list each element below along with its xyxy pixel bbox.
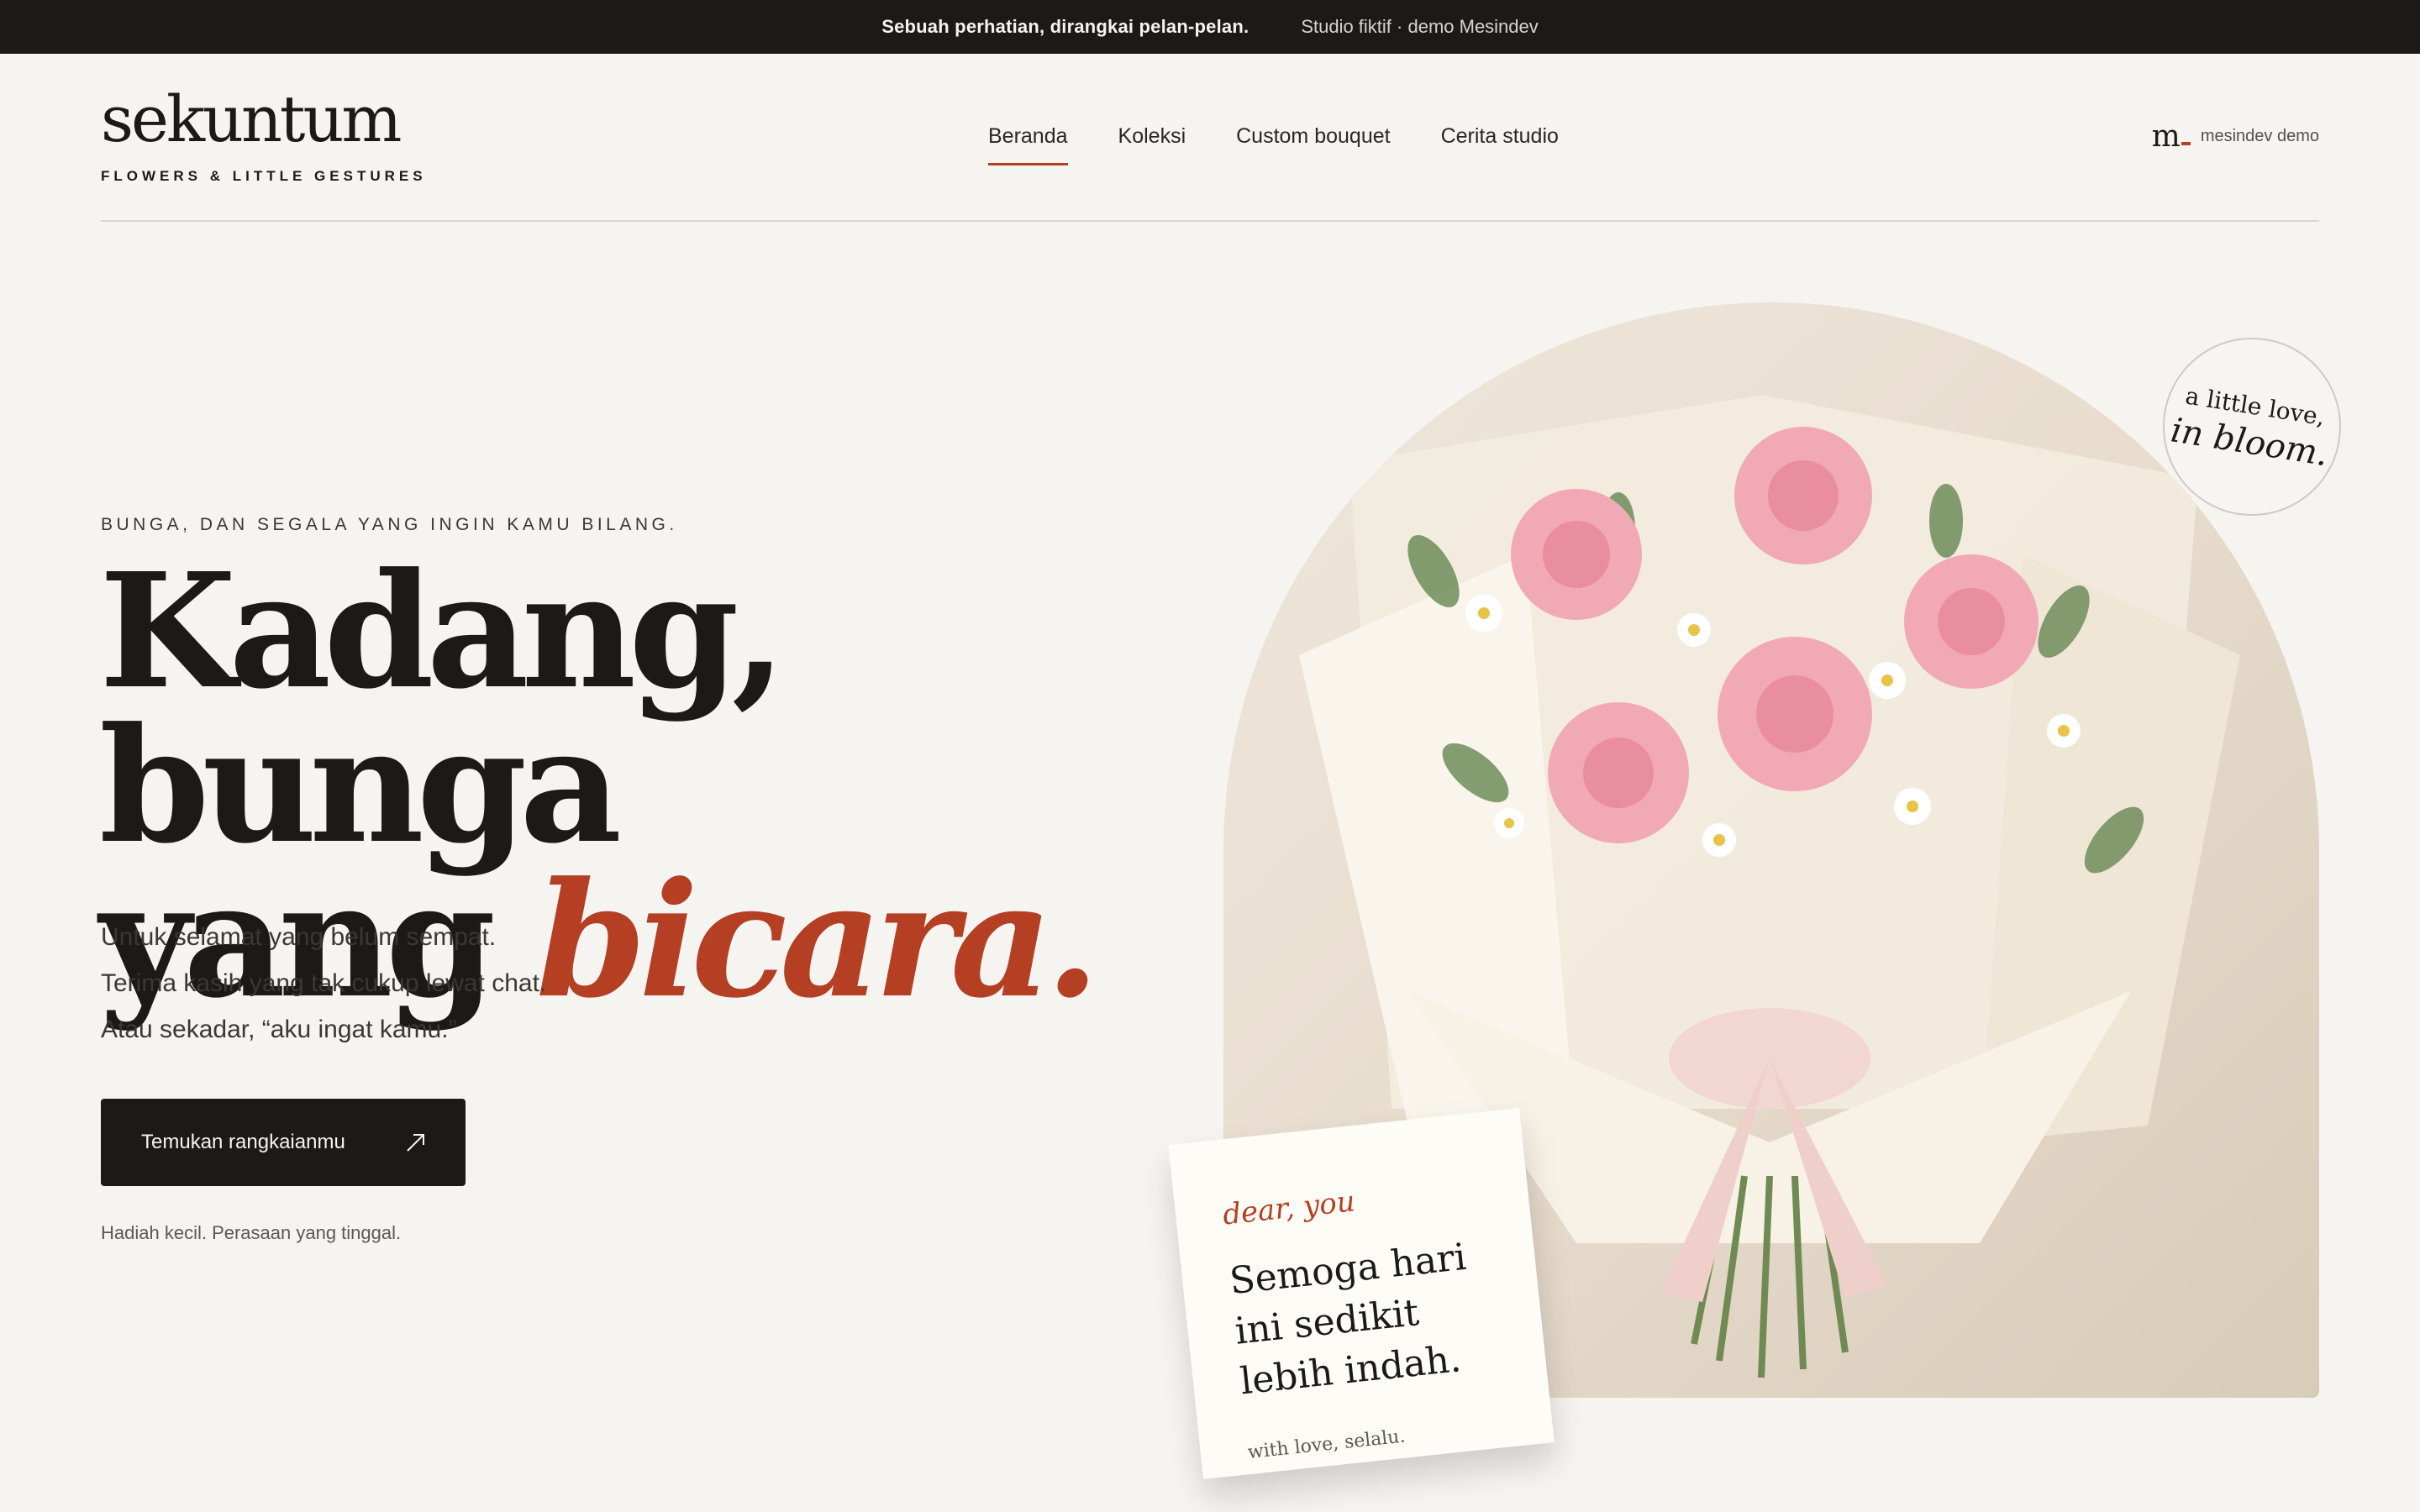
announcement-primary: Sebuah perhatian, dirangkai pelan-pelan. [881,16,1249,37]
brand-mark-letter: m [2151,119,2181,154]
logo[interactable]: sekuntum [101,87,402,151]
note-card: dear, you Semoga hari ini sedikit lebih … [1168,1108,1555,1479]
cta-label: Temukan rangkaianmu [141,1131,345,1153]
demo-brand[interactable]: m mesindev demo [2152,119,2319,154]
card-greeting: dear, you [1221,1184,1357,1232]
announcement-secondary: Studio fiktif · demo Mesindev [1301,16,1539,37]
site-header: sekuntum FLOWERS & LITTLE GESTURES Beran… [101,54,2319,222]
nav-item-koleksi[interactable]: Koleksi [1118,124,1186,165]
cta-button[interactable]: Temukan rangkaianmu [101,1099,466,1186]
nav-item-custom-bouquet[interactable]: Custom bouquet [1236,124,1390,165]
logo-tagline: FLOWERS & LITTLE GESTURES [101,168,427,184]
card-message: Semoga hari ini sedikit lebih indah. [1227,1235,1469,1404]
brand-label: mesindev demo [2200,127,2319,145]
hero-footnote: Hadiah kecil. Perasaan yang tinggal. [101,1222,402,1243]
header-divider [101,220,2319,222]
subcopy-line: Terima kasih yang tak cukup lewat chat. [101,969,547,997]
hero-subcopy: Untuk selamat yang belum sempat. Terima … [101,914,546,1053]
nav-item-beranda[interactable]: Beranda [988,124,1068,165]
card-signature: with love, selalu. [1246,1425,1407,1464]
headline-line-1: Kadang, bunga [99,538,786,879]
headline-accent: bicara. [535,848,1100,1033]
brand-mark-dash [2181,142,2191,145]
nav-item-cerita-studio[interactable]: Cerita studio [1441,124,1559,165]
arrow-up-right-icon [407,1134,424,1152]
announcement-bar: Sebuah perhatian, dirangkai pelan-pelan.… [0,0,2420,54]
hero-eyebrow: BUNGA, DAN SEGALA YANG INGIN KAMU BILANG… [101,515,678,534]
main-nav: Beranda Koleksi Custom bouquet Cerita st… [988,124,1559,165]
subcopy-line: Atau sekadar, “aku ingat kamu.” [101,1016,457,1043]
subcopy-line: Untuk selamat yang belum sempat. [101,923,497,951]
brand-mark-icon: m [2151,119,2191,154]
